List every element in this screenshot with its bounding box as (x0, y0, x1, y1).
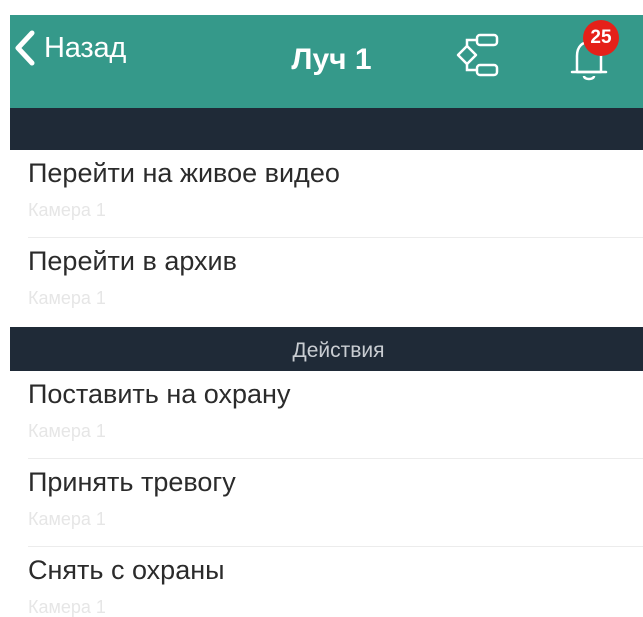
section-header-actions: Действия (10, 327, 643, 371)
back-label: Назад (44, 31, 127, 64)
chevron-left-icon (14, 30, 36, 66)
hierarchy-tree-button[interactable] (448, 24, 504, 80)
hierarchy-tree-icon (456, 33, 499, 77)
list-item-live-video[interactable]: Перейти на живое видео Камера 1 (0, 150, 643, 238)
list-item-arm[interactable]: Поставить на охрану Камера 1 (0, 371, 643, 459)
list-item-title: Поставить на охрану (28, 379, 291, 409)
list-item-subtitle: Камера 1 (28, 421, 106, 441)
screen: Назад Луч 1 25 Перейти на живое видео Ка… (0, 0, 643, 617)
list-item-archive[interactable]: Перейти в архив Камера 1 (0, 238, 643, 327)
list-item-subtitle: Камера 1 (28, 200, 106, 220)
section-header-label: Действия (292, 339, 385, 362)
list-item-subtitle: Камера 1 (28, 509, 106, 529)
list-item-accept-alarm[interactable]: Принять тревогу Камера 1 (0, 459, 643, 547)
back-button[interactable]: Назад (14, 28, 126, 68)
list-item-disarm[interactable]: Снять с охраны Камера 1 (0, 547, 643, 617)
section-header-empty (10, 108, 643, 150)
notifications-badge: 25 (583, 20, 619, 56)
list-item-title: Перейти на живое видео (28, 158, 340, 188)
list-item-title: Принять тревогу (28, 467, 236, 497)
list-item-title: Снять с охраны (28, 555, 225, 585)
list-item-title: Перейти в архив (28, 246, 237, 276)
list-item-subtitle: Камера 1 (28, 597, 106, 617)
list-item-subtitle: Камера 1 (28, 288, 106, 308)
top-strip (0, 0, 643, 15)
